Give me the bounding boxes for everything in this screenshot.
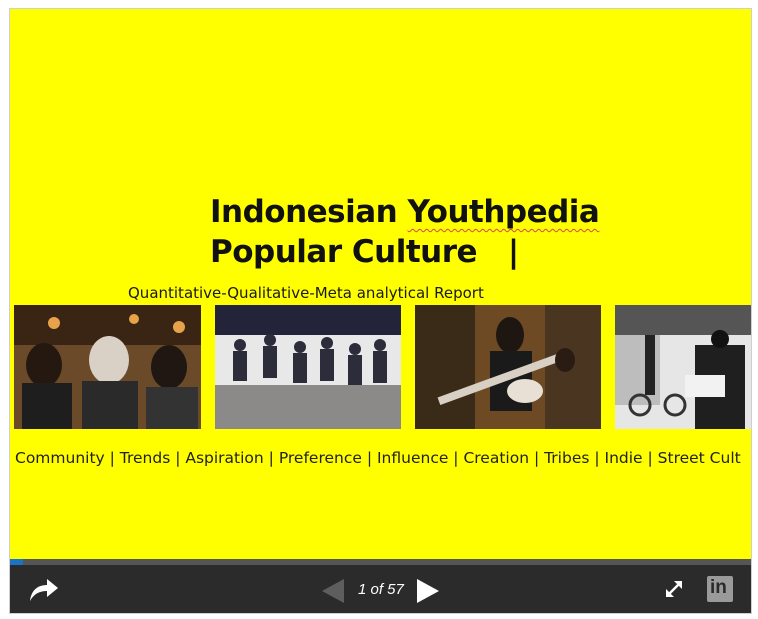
slideshow-viewer: Indonesian Youthpedia Popular Culture | … bbox=[9, 8, 752, 614]
photo-jumping-crowd bbox=[215, 305, 401, 429]
photo-guitar-band bbox=[415, 305, 601, 429]
title-text-part1: Indonesian bbox=[210, 194, 408, 230]
photo-community bbox=[14, 305, 201, 429]
triangle-right-icon bbox=[417, 579, 439, 603]
player-controls: 1 of 57 in bbox=[10, 565, 751, 613]
slide-subtitle: Popular Culture | bbox=[210, 234, 519, 270]
topic-tags: Community | Trends | Aspiration | Prefer… bbox=[15, 449, 741, 467]
fullscreen-button[interactable] bbox=[664, 579, 684, 599]
share-arrow-icon bbox=[30, 579, 58, 601]
page-counter: 1 of 57 bbox=[358, 581, 404, 598]
previous-slide-button[interactable] bbox=[320, 577, 346, 605]
slide[interactable]: Indonesian Youthpedia Popular Culture | … bbox=[10, 9, 751, 559]
linkedin-button[interactable]: in bbox=[707, 576, 733, 602]
slide-title: Indonesian Youthpedia bbox=[210, 192, 600, 232]
next-slide-button[interactable] bbox=[415, 577, 441, 605]
photo-street bbox=[615, 305, 751, 429]
triangle-left-icon bbox=[322, 579, 344, 603]
title-text-part2: Youthpedia bbox=[407, 194, 600, 230]
report-line: Quantitative-Qualitative-Meta analytical… bbox=[128, 284, 484, 302]
expand-arrows-icon bbox=[666, 581, 682, 597]
linkedin-icon: in bbox=[710, 577, 727, 598]
share-button[interactable] bbox=[28, 577, 60, 603]
